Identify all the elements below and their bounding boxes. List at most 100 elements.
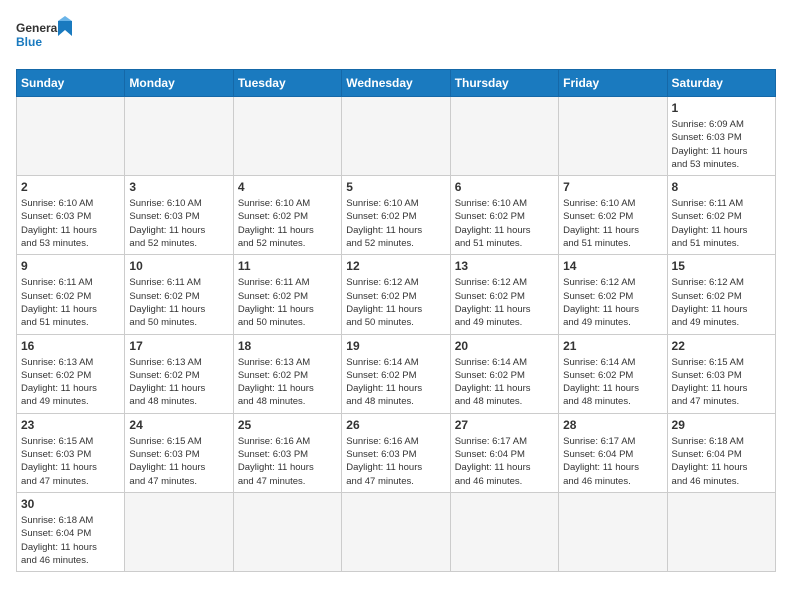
weekday-header-friday: Friday xyxy=(559,70,667,97)
day-info: Sunrise: 6:10 AM Sunset: 6:02 PM Dayligh… xyxy=(455,197,554,250)
calendar-row: 2 Sunrise: 6:10 AM Sunset: 6:03 PM Daylig… xyxy=(17,176,776,255)
calendar-cell: 8Sunrise: 6:11 AM Sunset: 6:02 PM Daylig… xyxy=(667,176,775,255)
calendar-cell: 17Sunrise: 6:13 AM Sunset: 6:02 PM Dayli… xyxy=(125,334,233,413)
calendar-cell xyxy=(17,97,125,176)
day-info: Sunrise: 6:10 AM Sunset: 6:03 PM Dayligh… xyxy=(129,197,228,250)
day-info: Sunrise: 6:14 AM Sunset: 6:02 PM Dayligh… xyxy=(455,356,554,409)
calendar-cell: 24 Sunrise: 6:15 AM Sunset: 6:03 PM Dayli… xyxy=(125,413,233,492)
day-number: 3 xyxy=(129,180,228,194)
weekday-header-row: SundayMondayTuesdayWednesdayThursdayFrid… xyxy=(17,70,776,97)
general-blue-logo: GeneralBlue xyxy=(16,16,76,61)
weekday-header-thursday: Thursday xyxy=(450,70,558,97)
day-number: 24 xyxy=(129,418,228,432)
weekday-header-saturday: Saturday xyxy=(667,70,775,97)
calendar-cell: 30 Sunrise: 6:18 AM Sunset: 6:04 PM Dayli… xyxy=(17,492,125,571)
calendar-cell: 27Sunrise: 6:17 AM Sunset: 6:04 PM Dayli… xyxy=(450,413,558,492)
calendar-cell: 18 Sunrise: 6:13 AM Sunset: 6:02 PM Dayli… xyxy=(233,334,341,413)
calendar-cell: 5Sunrise: 6:10 AM Sunset: 6:02 PM Daylig… xyxy=(342,176,450,255)
calendar-cell: 3 Sunrise: 6:10 AM Sunset: 6:03 PM Daylig… xyxy=(125,176,233,255)
calendar-cell xyxy=(233,492,341,571)
calendar-cell: 21Sunrise: 6:14 AM Sunset: 6:02 PM Dayli… xyxy=(559,334,667,413)
calendar-cell: 6Sunrise: 6:10 AM Sunset: 6:02 PM Daylig… xyxy=(450,176,558,255)
day-info: Sunrise: 6:09 AM Sunset: 6:03 PM Dayligh… xyxy=(672,118,771,171)
day-number: 5 xyxy=(346,180,445,194)
calendar-cell: 16Sunrise: 6:13 AM Sunset: 6:02 PM Dayli… xyxy=(17,334,125,413)
weekday-header-tuesday: Tuesday xyxy=(233,70,341,97)
calendar-cell xyxy=(342,97,450,176)
day-number: 11 xyxy=(238,259,337,273)
day-info: Sunrise: 6:11 AM Sunset: 6:02 PM Dayligh… xyxy=(238,276,337,329)
day-number: 13 xyxy=(455,259,554,273)
day-number: 2 xyxy=(21,180,120,194)
day-number: 8 xyxy=(672,180,771,194)
calendar-cell: 1 Sunrise: 6:09 AM Sunset: 6:03 PM Daylig… xyxy=(667,97,775,176)
day-info: Sunrise: 6:14 AM Sunset: 6:02 PM Dayligh… xyxy=(346,356,445,409)
calendar-cell: 9 Sunrise: 6:11 AM Sunset: 6:02 PM Daylig… xyxy=(17,255,125,334)
calendar-cell: 29 Sunrise: 6:18 AM Sunset: 6:04 PM Dayli… xyxy=(667,413,775,492)
calendar-cell: 7 Sunrise: 6:10 AM Sunset: 6:02 PM Daylig… xyxy=(559,176,667,255)
day-number: 26 xyxy=(346,418,445,432)
calendar-row: 30 Sunrise: 6:18 AM Sunset: 6:04 PM Dayli… xyxy=(17,492,776,571)
calendar-cell xyxy=(125,97,233,176)
day-number: 23 xyxy=(21,418,120,432)
day-number: 21 xyxy=(563,339,662,353)
calendar-row: 16Sunrise: 6:13 AM Sunset: 6:02 PM Dayli… xyxy=(17,334,776,413)
day-number: 12 xyxy=(346,259,445,273)
day-info: Sunrise: 6:13 AM Sunset: 6:02 PM Dayligh… xyxy=(21,356,120,409)
calendar-cell: 14 Sunrise: 6:12 AM Sunset: 6:02 PM Dayli… xyxy=(559,255,667,334)
day-number: 15 xyxy=(672,259,771,273)
day-info: Sunrise: 6:16 AM Sunset: 6:03 PM Dayligh… xyxy=(346,435,445,488)
day-info: Sunrise: 6:12 AM Sunset: 6:02 PM Dayligh… xyxy=(563,276,662,329)
day-info: Sunrise: 6:11 AM Sunset: 6:02 PM Dayligh… xyxy=(129,276,228,329)
day-info: Sunrise: 6:11 AM Sunset: 6:02 PM Dayligh… xyxy=(21,276,120,329)
day-number: 19 xyxy=(346,339,445,353)
calendar-cell: 22 Sunrise: 6:15 AM Sunset: 6:03 PM Dayli… xyxy=(667,334,775,413)
day-number: 20 xyxy=(455,339,554,353)
calendar-cell: 19 Sunrise: 6:14 AM Sunset: 6:02 PM Dayli… xyxy=(342,334,450,413)
calendar-row: 1 Sunrise: 6:09 AM Sunset: 6:03 PM Daylig… xyxy=(17,97,776,176)
day-info: Sunrise: 6:13 AM Sunset: 6:02 PM Dayligh… xyxy=(238,356,337,409)
weekday-header-monday: Monday xyxy=(125,70,233,97)
calendar-cell: 25Sunrise: 6:16 AM Sunset: 6:03 PM Dayli… xyxy=(233,413,341,492)
day-info: Sunrise: 6:18 AM Sunset: 6:04 PM Dayligh… xyxy=(21,514,120,567)
calendar-cell: 26 Sunrise: 6:16 AM Sunset: 6:03 PM Dayli… xyxy=(342,413,450,492)
day-info: Sunrise: 6:18 AM Sunset: 6:04 PM Dayligh… xyxy=(672,435,771,488)
day-number: 18 xyxy=(238,339,337,353)
day-info: Sunrise: 6:10 AM Sunset: 6:02 PM Dayligh… xyxy=(238,197,337,250)
day-number: 9 xyxy=(21,259,120,273)
day-number: 10 xyxy=(129,259,228,273)
day-number: 17 xyxy=(129,339,228,353)
calendar-cell: 2 Sunrise: 6:10 AM Sunset: 6:03 PM Daylig… xyxy=(17,176,125,255)
svg-text:General: General xyxy=(16,21,61,35)
calendar-cell xyxy=(450,97,558,176)
weekday-header-sunday: Sunday xyxy=(17,70,125,97)
calendar-cell xyxy=(233,97,341,176)
calendar-cell: 15 Sunrise: 6:12 AM Sunset: 6:02 PM Dayli… xyxy=(667,255,775,334)
weekday-header-wednesday: Wednesday xyxy=(342,70,450,97)
page-header: GeneralBlue xyxy=(16,16,776,61)
day-number: 28 xyxy=(563,418,662,432)
calendar-cell: 20 Sunrise: 6:14 AM Sunset: 6:02 PM Dayli… xyxy=(450,334,558,413)
day-number: 7 xyxy=(563,180,662,194)
day-info: Sunrise: 6:15 AM Sunset: 6:03 PM Dayligh… xyxy=(129,435,228,488)
calendar-cell xyxy=(342,492,450,571)
day-info: Sunrise: 6:10 AM Sunset: 6:03 PM Dayligh… xyxy=(21,197,120,250)
day-info: Sunrise: 6:12 AM Sunset: 6:02 PM Dayligh… xyxy=(672,276,771,329)
calendar-table: SundayMondayTuesdayWednesdayThursdayFrid… xyxy=(16,69,776,572)
calendar-cell: 13 Sunrise: 6:12 AM Sunset: 6:02 PM Dayli… xyxy=(450,255,558,334)
day-info: Sunrise: 6:10 AM Sunset: 6:02 PM Dayligh… xyxy=(563,197,662,250)
calendar-cell: 23Sunrise: 6:15 AM Sunset: 6:03 PM Dayli… xyxy=(17,413,125,492)
day-number: 22 xyxy=(672,339,771,353)
day-number: 1 xyxy=(672,101,771,115)
calendar-cell: 4Sunrise: 6:10 AM Sunset: 6:02 PM Daylig… xyxy=(233,176,341,255)
calendar-cell xyxy=(667,492,775,571)
day-info: Sunrise: 6:12 AM Sunset: 6:02 PM Dayligh… xyxy=(455,276,554,329)
day-number: 29 xyxy=(672,418,771,432)
day-number: 30 xyxy=(21,497,120,511)
day-info: Sunrise: 6:12 AM Sunset: 6:02 PM Dayligh… xyxy=(346,276,445,329)
calendar-row: 23 Sunrise: 6:15 AM Sunset: 6:03 PM Dayli… xyxy=(17,413,776,492)
day-info: Sunrise: 6:15 AM Sunset: 6:03 PM Dayligh… xyxy=(672,356,771,409)
svg-text:Blue: Blue xyxy=(16,35,42,49)
day-info: Sunrise: 6:17 AM Sunset: 6:04 PM Dayligh… xyxy=(455,435,554,488)
day-number: 14 xyxy=(563,259,662,273)
